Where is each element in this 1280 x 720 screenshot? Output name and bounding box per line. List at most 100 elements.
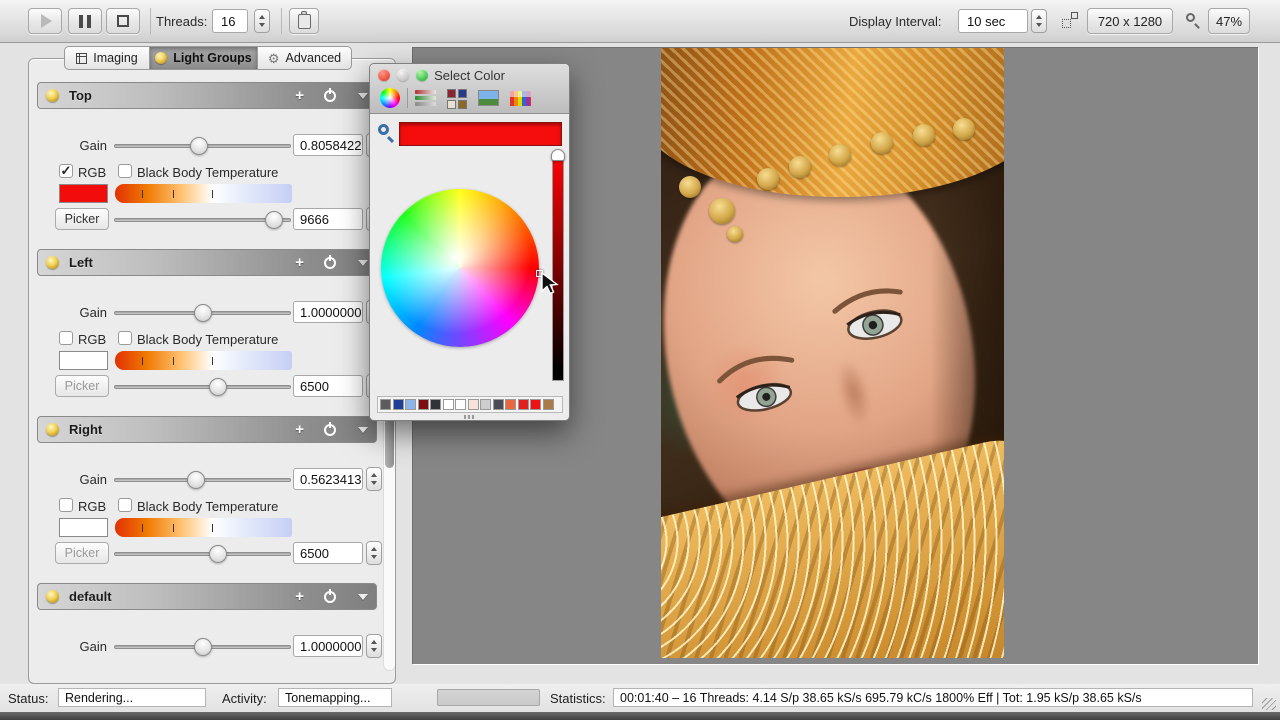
picker-value-field[interactable]: 6500 [293, 542, 363, 564]
swatch[interactable] [480, 399, 491, 410]
swatch[interactable] [530, 399, 541, 410]
gain-slider-knob[interactable] [194, 304, 212, 322]
rgb-checkbox[interactable]: ✓ [59, 164, 73, 178]
play-button[interactable] [28, 8, 62, 34]
gain-stepper[interactable] [366, 634, 382, 658]
picker-button[interactable]: Picker [55, 375, 109, 397]
picker-slider-knob[interactable] [209, 545, 227, 563]
add-icon[interactable]: + [295, 255, 304, 270]
swatch[interactable] [405, 399, 416, 410]
gain-value-field[interactable]: 1.0000000 [293, 635, 363, 657]
display-interval-input[interactable]: 10 sec [958, 9, 1028, 33]
picker-button[interactable]: Picker [55, 208, 109, 230]
swatch[interactable] [455, 399, 466, 410]
power-icon[interactable] [324, 424, 336, 436]
threads-stepper[interactable] [254, 9, 270, 33]
bbt-checkbox[interactable] [118, 331, 132, 345]
power-icon[interactable] [324, 257, 336, 269]
picker-slider[interactable] [114, 218, 291, 222]
picker-slider[interactable] [114, 385, 291, 389]
picker-slider-knob[interactable] [265, 211, 283, 229]
add-icon[interactable]: + [295, 422, 304, 437]
pause-button[interactable] [68, 8, 102, 34]
swatch[interactable] [493, 399, 504, 410]
gain-slider[interactable] [114, 144, 291, 148]
swatch[interactable] [468, 399, 479, 410]
gain-stepper[interactable] [366, 467, 382, 491]
bbt-checkbox[interactable] [118, 164, 132, 178]
current-color-well[interactable] [399, 122, 562, 146]
window-bottom-edge [0, 712, 1280, 720]
bbt-checkbox[interactable] [118, 498, 132, 512]
swatch-drawer-handle[interactable] [464, 415, 476, 419]
color-swatch[interactable] [59, 351, 108, 370]
group-header[interactable]: Right + [37, 416, 377, 443]
gain-value-field[interactable]: 0.5623413 [293, 468, 363, 490]
chevron-down-icon[interactable] [358, 427, 368, 433]
color-swatch[interactable] [59, 184, 108, 203]
blackbody-gradient-slider[interactable] [115, 184, 292, 203]
gain-slider-knob[interactable] [190, 137, 208, 155]
gain-value-field[interactable]: 1.0000000 [293, 301, 363, 323]
picker-stepper[interactable] [366, 541, 382, 565]
resize-icon[interactable] [1062, 12, 1078, 28]
crayons-mode-icon[interactable] [510, 91, 531, 106]
power-icon[interactable] [324, 591, 336, 603]
color-palette-mode-icon[interactable] [447, 88, 468, 108]
light-group-top: Top + Gain 0.8058422 ✓ RGB Black Body Te… [37, 82, 385, 238]
rgb-checkbox[interactable] [59, 498, 73, 512]
swatch[interactable] [505, 399, 516, 410]
chevron-down-icon[interactable] [358, 260, 368, 266]
color-wheel-mode-icon[interactable] [380, 88, 400, 108]
gain-slider[interactable] [114, 311, 291, 315]
gain-slider[interactable] [114, 478, 291, 482]
group-header[interactable]: default + [37, 583, 377, 610]
loupe-icon[interactable] [378, 124, 395, 141]
picker-slider-knob[interactable] [209, 378, 227, 396]
blackbody-gradient-slider[interactable] [115, 351, 292, 370]
gain-value-field[interactable]: 0.8058422 [293, 134, 363, 156]
group-header[interactable]: Top + [37, 82, 377, 109]
copy-button[interactable] [289, 8, 319, 34]
dialog-titlebar[interactable]: Select Color [370, 64, 569, 114]
tab-light-groups[interactable]: Light Groups [150, 46, 258, 70]
display-interval-stepper[interactable] [1031, 9, 1047, 33]
picker-button[interactable]: Picker [55, 542, 109, 564]
light-group-right: Right + Gain 0.5623413 RGB Black Body Te… [37, 416, 385, 572]
swatch[interactable] [443, 399, 454, 410]
picker-slider[interactable] [114, 552, 291, 556]
brightness-slider[interactable] [552, 153, 564, 381]
tab-advanced[interactable]: ⚙ Advanced [258, 46, 352, 70]
swatch[interactable] [518, 399, 529, 410]
group-header[interactable]: Left + [37, 249, 377, 276]
zoom-magnifier-icon[interactable] [1186, 13, 1200, 27]
swatch[interactable] [393, 399, 404, 410]
window-resize-grip[interactable] [1262, 698, 1276, 710]
add-icon[interactable]: + [295, 589, 304, 604]
gain-slider-knob[interactable] [187, 471, 205, 489]
swatch[interactable] [418, 399, 429, 410]
resolution-button[interactable]: 720 x 1280 [1087, 8, 1173, 34]
picker-value-field[interactable]: 9666 [293, 208, 363, 230]
stop-button[interactable] [106, 8, 140, 34]
color-sliders-mode-icon[interactable] [415, 88, 436, 108]
gain-slider-knob[interactable] [194, 638, 212, 656]
gain-slider[interactable] [114, 645, 291, 649]
brightness-slider-knob[interactable] [551, 149, 565, 161]
picker-value-field[interactable]: 6500 [293, 375, 363, 397]
tab-imaging[interactable]: Imaging [64, 46, 150, 70]
blackbody-gradient-slider[interactable] [115, 518, 292, 537]
rgb-checkbox[interactable] [59, 331, 73, 345]
image-palette-mode-icon[interactable] [478, 90, 499, 106]
color-wheel[interactable] [381, 189, 539, 347]
swatch[interactable] [430, 399, 441, 410]
power-icon[interactable] [324, 90, 336, 102]
color-swatch[interactable] [59, 518, 108, 537]
threads-input[interactable]: 16 [212, 9, 248, 33]
add-icon[interactable]: + [295, 88, 304, 103]
swatch[interactable] [380, 399, 391, 410]
swatch[interactable] [543, 399, 554, 410]
chevron-down-icon[interactable] [358, 93, 368, 99]
chevron-down-icon[interactable] [358, 594, 368, 600]
zoom-level-button[interactable]: 47% [1208, 8, 1250, 34]
